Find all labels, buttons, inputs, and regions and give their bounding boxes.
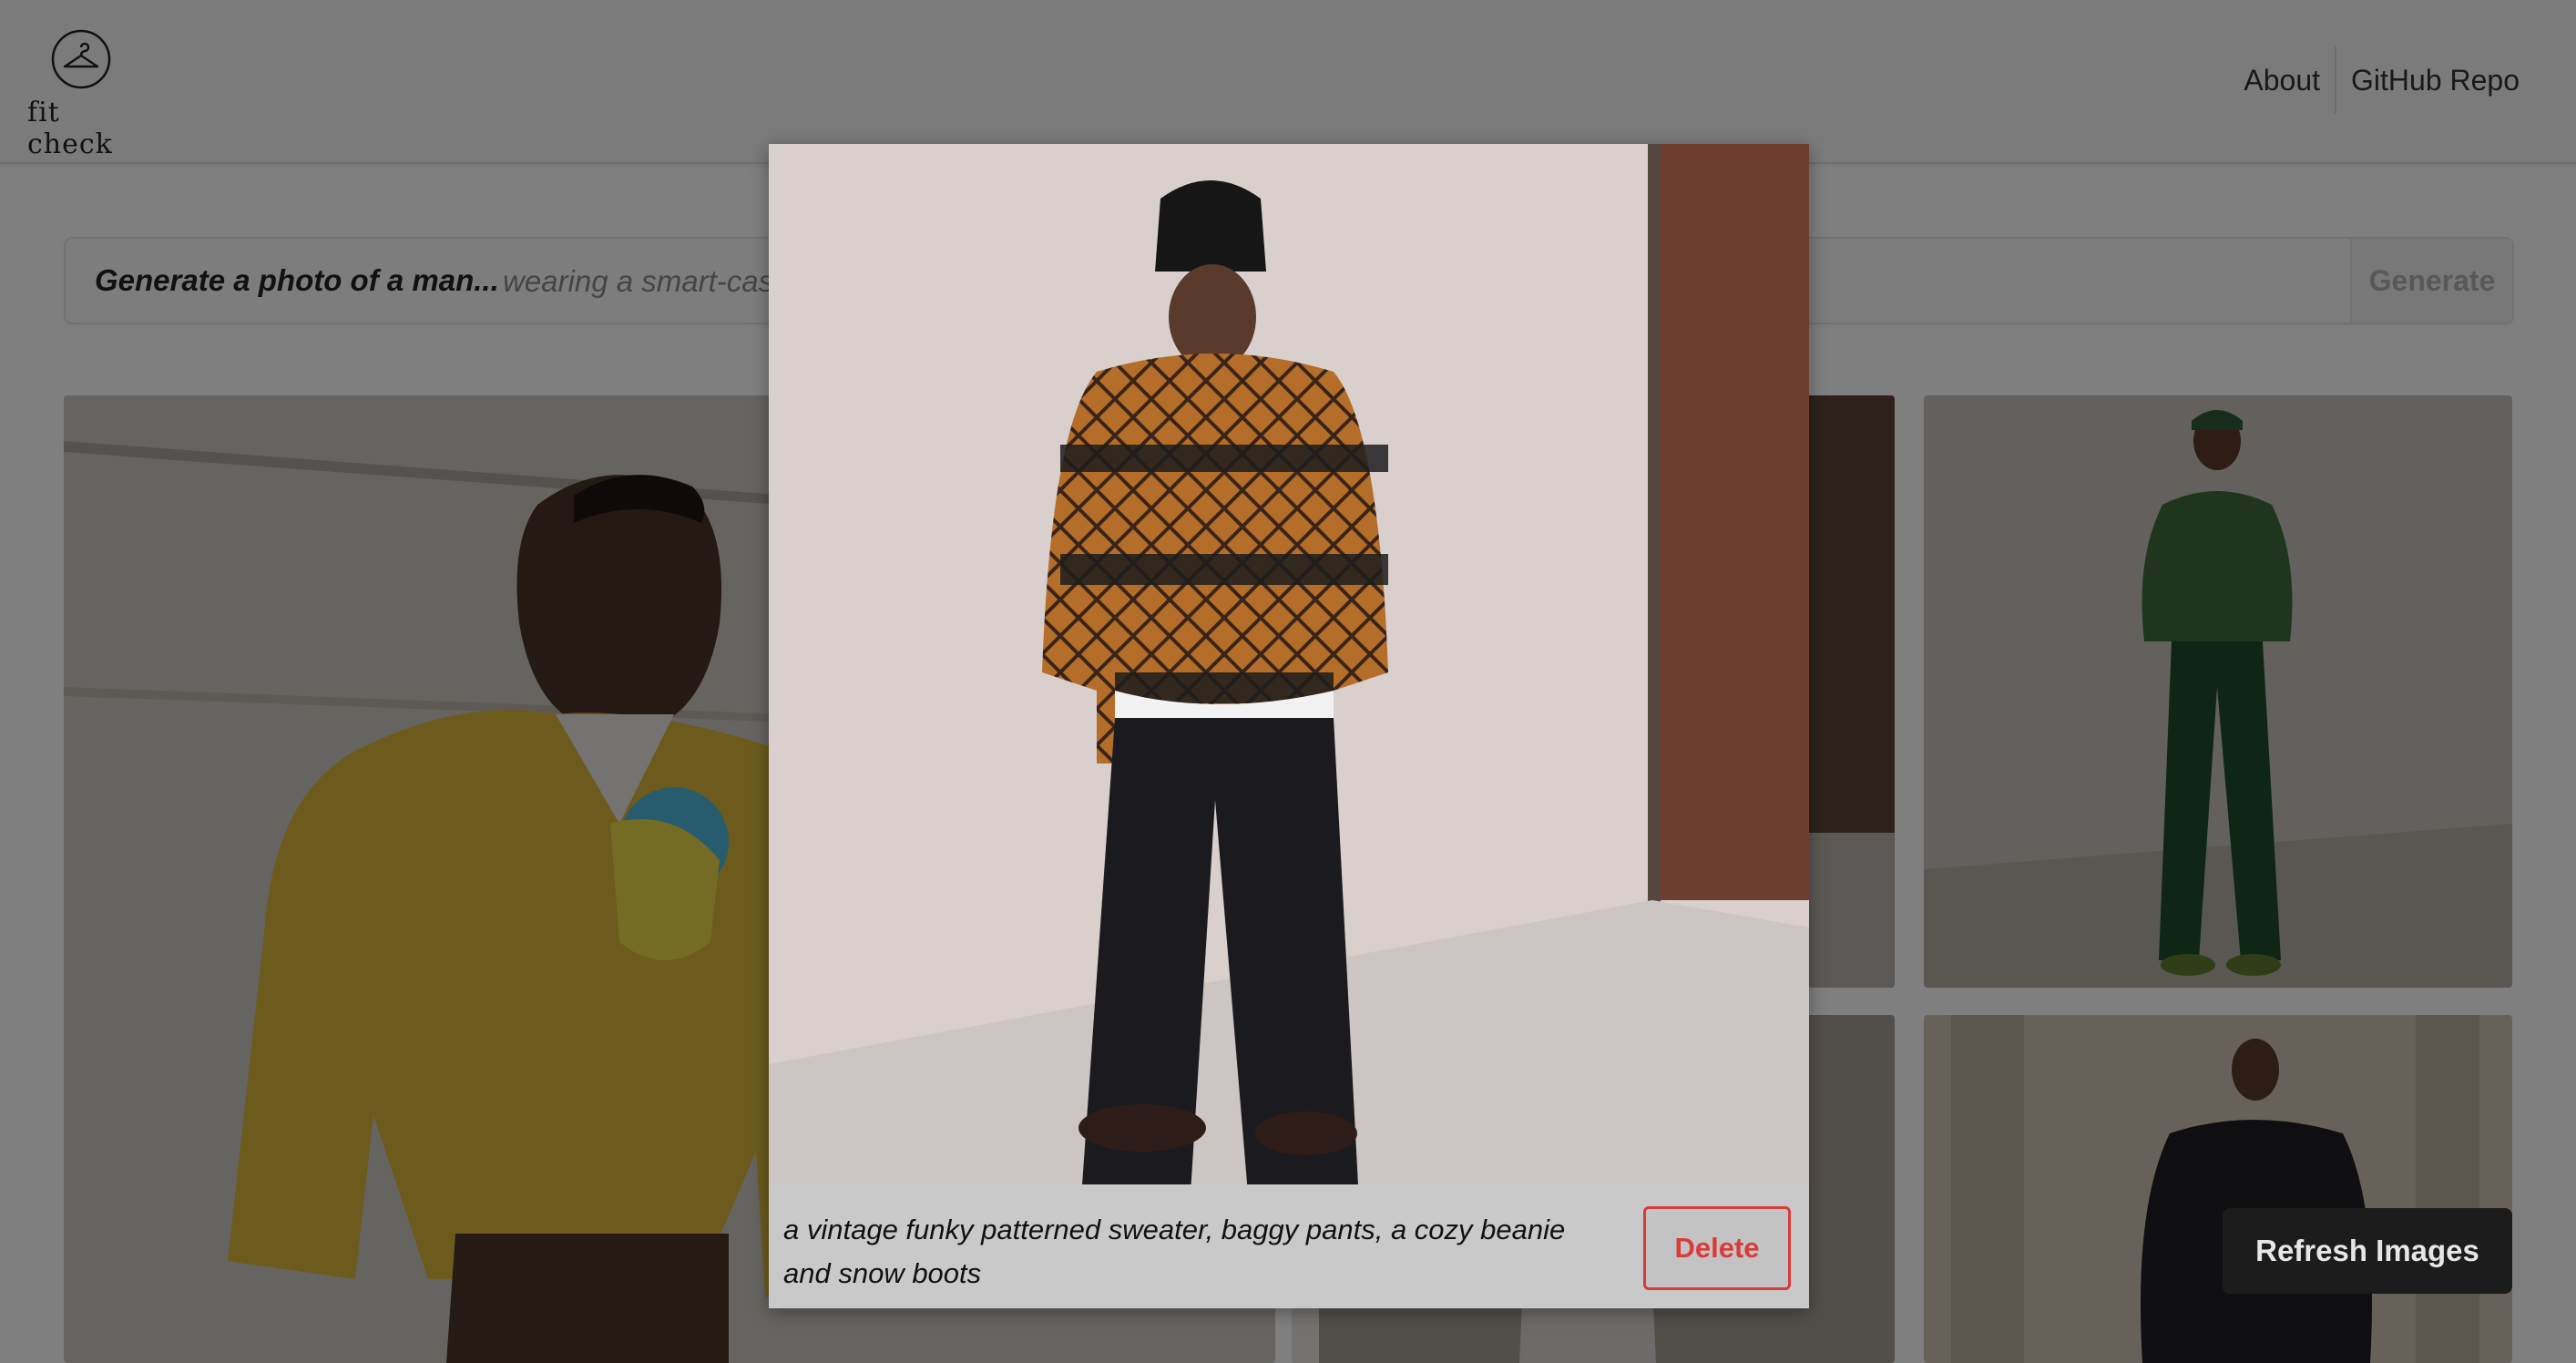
- image-caption: a vintage funky patterned sweater, baggy…: [783, 1214, 1566, 1289]
- photo-patterned-sweater: [769, 144, 1809, 1184]
- image-detail-modal: a vintage funky patterned sweater, baggy…: [769, 144, 1809, 1308]
- delete-button[interactable]: Delete: [1643, 1206, 1791, 1290]
- modal-image: [769, 144, 1809, 1184]
- refresh-images-button[interactable]: Refresh Images: [2223, 1208, 2512, 1294]
- modal-footer: a vintage funky patterned sweater, baggy…: [769, 1184, 1809, 1308]
